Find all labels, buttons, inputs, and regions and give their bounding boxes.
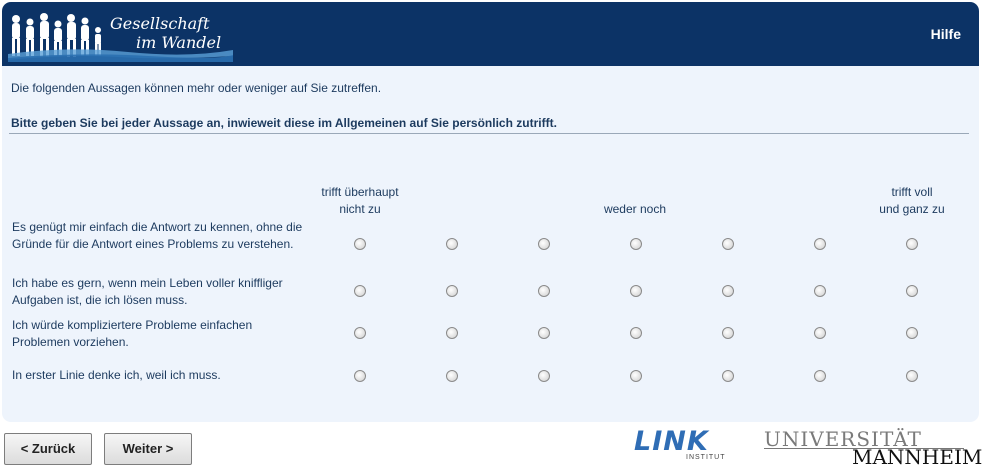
radio-q4-option-1[interactable] bbox=[354, 370, 366, 382]
scale-label-high-line2: und ganz zu bbox=[879, 202, 945, 216]
question-text-4: In erster Linie denke ich, weil ich muss… bbox=[12, 368, 221, 382]
radio-q4-option-3[interactable] bbox=[538, 370, 550, 382]
radio-q4-option-4[interactable] bbox=[630, 370, 642, 382]
radio-q3-option-4[interactable] bbox=[630, 327, 642, 339]
radio-q1-option-1[interactable] bbox=[354, 238, 366, 250]
next-button[interactable]: Weiter > bbox=[104, 433, 192, 465]
question-text-1: Es genügt mir einfach die Antwort zu ken… bbox=[12, 220, 303, 251]
scale-label-mid: weder noch bbox=[603, 202, 667, 216]
radio-q1-option-3[interactable] bbox=[538, 238, 550, 250]
radio-q3-option-6[interactable] bbox=[814, 327, 826, 339]
survey-panel: Gesellschaft im Wandel Hilfe Die folgend… bbox=[2, 2, 979, 422]
radio-q1-option-4[interactable] bbox=[630, 238, 642, 250]
radio-q2-option-6[interactable] bbox=[814, 285, 826, 297]
radio-q3-option-1[interactable] bbox=[354, 327, 366, 339]
help-link[interactable]: Hilfe bbox=[931, 26, 961, 42]
link-logo-sub: INSTITUT bbox=[686, 454, 726, 461]
question-text-3: Ich würde kompliziertere Probleme einfac… bbox=[12, 318, 253, 349]
radio-q3-option-5[interactable] bbox=[722, 327, 734, 339]
back-button[interactable]: < Zurück bbox=[4, 433, 92, 465]
link-institut-logo: LINK INSTITUT bbox=[634, 428, 728, 462]
radio-q1-option-5[interactable] bbox=[722, 238, 734, 250]
scale-label-low: trifft überhaupt nicht zu bbox=[300, 184, 420, 218]
radio-q2-option-1[interactable] bbox=[354, 285, 366, 297]
radio-q4-option-6[interactable] bbox=[814, 370, 826, 382]
question-text-2: Ich habe es gern, wenn mein Leben voller… bbox=[12, 276, 283, 307]
divider bbox=[9, 133, 969, 134]
radio-q3-option-2[interactable] bbox=[446, 327, 458, 339]
brand-title-line1: Gesellschaft bbox=[110, 14, 210, 33]
link-logo-word: LINK bbox=[634, 426, 709, 457]
header-bar: Gesellschaft im Wandel Hilfe bbox=[2, 2, 979, 66]
radio-q2-option-7[interactable] bbox=[906, 285, 918, 297]
university-mannheim-logo: UNIVERSITÄT MANNHEIM bbox=[764, 428, 982, 468]
radio-q4-option-5[interactable] bbox=[722, 370, 734, 382]
intro-text: Die folgenden Aussagen können mehr oder … bbox=[11, 81, 382, 95]
radio-q3-option-7[interactable] bbox=[906, 327, 918, 339]
radio-q2-option-3[interactable] bbox=[538, 285, 550, 297]
scale-label-low-line1: trifft überhaupt bbox=[321, 185, 399, 199]
scale-label-high: trifft voll und ganz zu bbox=[852, 184, 972, 218]
uni-logo-bottom: MANNHEIM bbox=[852, 445, 982, 468]
radio-q1-option-2[interactable] bbox=[446, 238, 458, 250]
radio-q2-option-5[interactable] bbox=[722, 285, 734, 297]
radio-q2-option-4[interactable] bbox=[630, 285, 642, 297]
brand-title-line2: im Wandel bbox=[136, 33, 222, 52]
brand-title: Gesellschaft im Wandel bbox=[110, 14, 221, 52]
radio-q4-option-7[interactable] bbox=[906, 370, 918, 382]
instruction-text: Bitte geben Sie bei jeder Aussage an, in… bbox=[11, 116, 557, 130]
scale-label-high-line1: trifft voll bbox=[891, 185, 933, 199]
radio-q1-option-6[interactable] bbox=[814, 238, 826, 250]
radio-q3-option-3[interactable] bbox=[538, 327, 550, 339]
radio-q1-option-7[interactable] bbox=[906, 238, 918, 250]
scale-label-low-line2: nicht zu bbox=[339, 202, 381, 216]
radio-q4-option-2[interactable] bbox=[446, 370, 458, 382]
radio-q2-option-2[interactable] bbox=[446, 285, 458, 297]
